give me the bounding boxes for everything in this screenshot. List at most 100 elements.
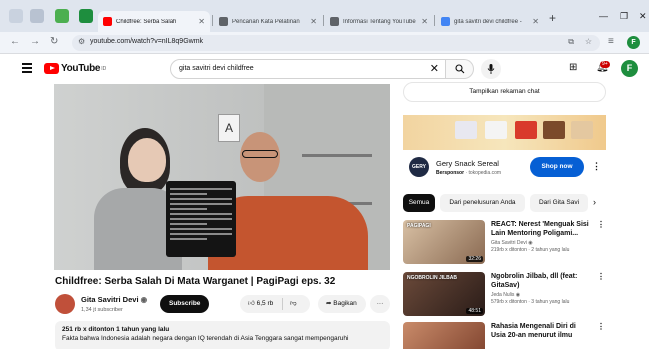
channel-name[interactable]: Gita Savitri Devi ◉ — [81, 295, 147, 304]
restore-button[interactable]: ❐ — [620, 11, 628, 22]
tab-title: Childfree: Serba Salah — [116, 18, 177, 25]
browser-toolbar: ← → ↻ ⚙ youtube.com/watch?v=nIL8q9Gwmk ⧉… — [0, 32, 649, 54]
share-button[interactable]: ➦ Bagikan — [318, 295, 366, 313]
browser-tab[interactable]: gita savitri devi childfree - ✕ — [436, 11, 544, 32]
voice-search-button[interactable] — [481, 59, 501, 79]
video-menu-icon[interactable]: ⋮ — [597, 272, 605, 281]
reload-icon[interactable]: ↻ — [50, 36, 58, 47]
view-count-date: 251 rb x ditonton 1 tahun yang lalu — [62, 326, 170, 333]
clear-search-icon[interactable]: ✕ — [430, 62, 439, 75]
pinned-tab[interactable] — [79, 9, 93, 23]
browser-tab[interactable]: Informasi Tentang YouTube ✕ — [325, 11, 433, 32]
video-thumbnail[interactable]: PAGIPAGI 32:26 — [403, 220, 485, 264]
close-tab-icon[interactable]: ✕ — [532, 17, 539, 26]
tab-favicon-icon — [441, 17, 450, 26]
browser-profile-avatar[interactable]: F — [627, 36, 640, 49]
install-app-icon[interactable]: ⧉ — [568, 37, 574, 47]
recommended-video[interactable]: Rahasia Mengenali Diri di Usia 20-an men… — [403, 322, 605, 349]
browser-tab[interactable]: Pencarian Kata Pelatinan ✕ — [214, 11, 322, 32]
recommended-meta: 579rb x ditonton · 3 tahun yang lalu — [491, 299, 570, 305]
tab-title: Pencarian Kata Pelatinan — [232, 18, 300, 25]
close-window-button[interactable]: ✕ — [639, 11, 647, 22]
description-box[interactable]: 251 rb x ditonton 1 tahun yang lalu Fakt… — [55, 321, 390, 349]
chip-from-search[interactable]: Dari penelusuran Anda — [440, 194, 525, 212]
tab-title: gita savitri devi childfree - — [454, 18, 522, 25]
more-actions-button[interactable]: ··· — [370, 295, 390, 313]
ad-banner-image[interactable] — [403, 115, 606, 150]
youtube-wordmark: YouTube — [61, 63, 101, 74]
tab-title: Informasi Tentang YouTube — [343, 18, 416, 25]
back-icon[interactable]: ← — [10, 36, 20, 47]
search-button[interactable] — [446, 59, 474, 79]
minimize-button[interactable]: — — [599, 11, 608, 21]
more-horizontal-icon: ··· — [376, 300, 384, 307]
video-title: Childfree: Serba Salah Di Mata Warganet … — [55, 276, 336, 287]
tab-separator — [212, 15, 213, 26]
subscribe-button[interactable]: Subscribe — [160, 295, 210, 313]
tab-separator — [434, 15, 435, 26]
recommended-title[interactable]: REACT: Nerest 'Menguak Sisi Lain Mentori… — [491, 220, 591, 238]
video-menu-icon[interactable]: ⋮ — [597, 322, 605, 331]
youtube-logo[interactable]: YouTube ID — [44, 63, 106, 74]
close-tab-icon[interactable]: ✕ — [310, 17, 317, 26]
recommended-video[interactable]: NGOBROLIN JILBAB 48:51 Ngobrolin Jilbab, d… — [403, 272, 605, 316]
recommended-meta: 219rb x ditonton · 2 tahun yang lalu — [491, 247, 570, 253]
verified-icon: ◉ — [140, 295, 148, 304]
extensions-icon[interactable]: ≡ — [608, 36, 614, 47]
like-button[interactable]: 👍︎ 6,5 rb — [248, 295, 273, 313]
close-tab-icon[interactable]: ✕ — [198, 17, 205, 26]
video-thumbnail[interactable] — [403, 322, 485, 349]
close-tab-icon[interactable]: ✕ — [421, 17, 428, 26]
search-query[interactable]: gita savitri devi childfree — [179, 65, 254, 72]
ad-title[interactable]: Gery Snack Sereal — [436, 159, 499, 168]
channel-avatar[interactable] — [55, 294, 75, 314]
ad-sponsor-line: Bersponsor · tokopedia.com — [436, 170, 502, 176]
thumbnail-caption: PAGIPAGI — [407, 223, 431, 229]
address-bar[interactable]: ⚙ youtube.com/watch?v=nIL8q9Gwmk ⧉ ☆ — [72, 35, 600, 51]
verified-icon: ◉ — [515, 292, 521, 298]
share-icon: ➦ — [326, 300, 332, 307]
dislike-button[interactable]: 👎︎ — [290, 295, 297, 313]
verified-icon: ◉ — [528, 240, 533, 246]
video-menu-icon[interactable]: ⋮ — [597, 220, 605, 229]
search-icon — [455, 64, 465, 74]
pinned-tab[interactable] — [30, 9, 44, 23]
show-chat-replay-button[interactable]: Tampilkan rekaman chat — [403, 82, 606, 102]
ad-menu-icon[interactable]: ⋮ — [592, 161, 601, 172]
pinned-tab[interactable] — [55, 9, 69, 23]
video-player[interactable]: A — [54, 84, 390, 270]
recommended-video[interactable]: PAGIPAGI 32:26 REACT: Nerest 'Menguak Sisi… — [403, 220, 605, 264]
snack-pack — [455, 121, 477, 139]
video-duration: 32:26 — [466, 256, 483, 262]
microphone-icon — [487, 64, 495, 74]
description-text: Fakta bahwa Indonesia adalah negara deng… — [62, 335, 349, 342]
shop-now-button[interactable]: Shop now — [530, 157, 584, 177]
shelf — [302, 154, 372, 157]
recommended-title[interactable]: Ngobrolin Jilbab, dll (feat: GitaSav) — [491, 272, 591, 290]
recommended-channel[interactable]: Gita Savitri Devi ◉ — [491, 240, 533, 246]
forward-icon[interactable]: → — [30, 36, 40, 47]
menu-icon[interactable] — [22, 63, 32, 75]
recommended-channel[interactable]: Jeda Nulis ◉ — [491, 292, 520, 298]
advertiser-logo[interactable]: GERY — [409, 157, 429, 177]
recommended-title[interactable]: Rahasia Mengenali Diri di Usia 20-an men… — [491, 322, 591, 340]
video-thumbnail[interactable]: NGOBROLIN JILBAB 48:51 — [403, 272, 485, 316]
tab-favicon-icon — [330, 17, 339, 26]
site-info-icon[interactable]: ⚙ — [78, 37, 85, 46]
thumbnail-caption: NGOBROLIN JILBAB — [407, 275, 457, 281]
tab-search-button[interactable] — [9, 9, 23, 23]
snack-pack — [543, 121, 565, 139]
chip-all[interactable]: Semua — [403, 194, 435, 212]
chevron-right-icon[interactable]: › — [593, 197, 596, 207]
browser-tab[interactable]: Childfree: Serba Salah ✕ — [98, 11, 210, 32]
new-tab-button[interactable]: + — [549, 11, 556, 25]
account-avatar[interactable]: F — [621, 60, 638, 77]
search-input[interactable]: gita savitri devi childfree ✕ — [170, 59, 446, 79]
browser-tab-strip: Childfree: Serba Salah ✕ Pencarian Kata Pe… — [0, 0, 649, 32]
bookmark-star-icon[interactable]: ☆ — [585, 37, 592, 46]
url-text[interactable]: youtube.com/watch?v=nIL8q9Gwmk — [90, 38, 203, 45]
tab-separator — [323, 15, 324, 26]
create-video-icon[interactable]: ⊞ — [569, 62, 577, 73]
chip-from-channel[interactable]: Dari Gita Savi — [530, 194, 588, 212]
snack-pack — [485, 121, 507, 139]
